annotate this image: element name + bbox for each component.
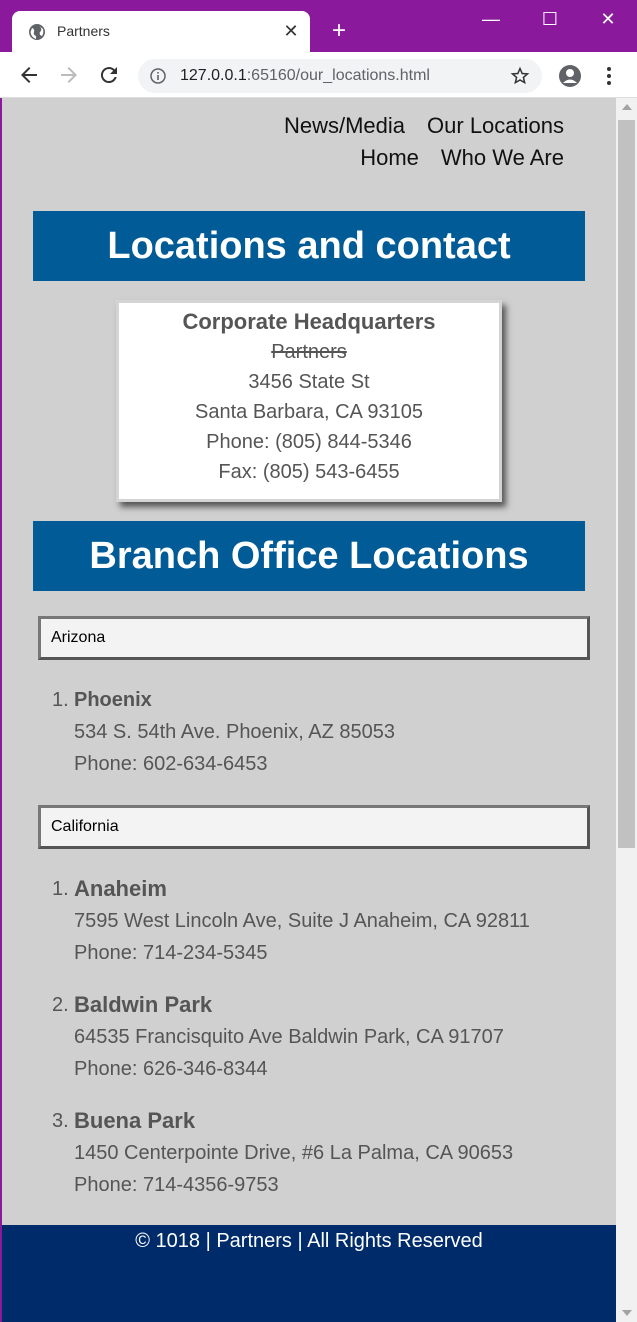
reload-icon[interactable]	[97, 63, 121, 87]
list-item: 1. Anaheim 7595 West Lincoln Ave, Suite …	[52, 873, 530, 969]
scroll-up-arrow-icon[interactable]	[622, 104, 632, 110]
page-viewport: News/Media Our Locations Home Who We Are L…	[2, 98, 616, 1322]
info-icon[interactable]	[150, 68, 166, 84]
account-icon[interactable]	[558, 64, 582, 88]
tab-close-icon[interactable]: ✕	[280, 20, 302, 42]
office-list-arizona: 1. Phoenix 534 S. 54th Ave. Phoenix, AZ …	[52, 684, 395, 800]
minimize-button[interactable]: —	[476, 6, 506, 32]
vertical-scrollbar[interactable]	[616, 98, 637, 1322]
page-heading: Locations and contact	[33, 211, 585, 281]
window-close-button[interactable]: ✕	[593, 6, 623, 32]
scrollbar-thumb[interactable]	[618, 120, 635, 848]
office-address: 7595 West Lincoln Ave, Suite J Anaheim, …	[74, 910, 530, 932]
more-menu-icon[interactable]	[599, 64, 619, 88]
hq-title: Corporate Headquarters	[182, 309, 436, 334]
back-arrow-icon[interactable]	[17, 63, 41, 87]
browser-tab[interactable]: Partners ✕	[12, 11, 310, 52]
office-address: 64535 Francisquito Ave Baldwin Park, CA …	[74, 1026, 504, 1048]
office-name: Buena Park	[74, 1108, 196, 1133]
office-name: Phoenix	[74, 689, 152, 711]
hq-city: Santa Barbara, CA 93105	[195, 401, 423, 423]
new-tab-button[interactable]: +	[326, 18, 352, 44]
office-name: Baldwin Park	[74, 992, 213, 1017]
maximize-button[interactable]: ☐	[535, 6, 565, 32]
nav-link-home[interactable]: Home	[360, 145, 419, 170]
browser-toolbar: 127.0.0.1:65160/our_locations.html	[0, 52, 637, 98]
forward-arrow-icon[interactable]	[57, 63, 81, 87]
browser-titlebar: Partners ✕ + — ☐ ✕	[0, 0, 637, 52]
office-list-california: 1. Anaheim 7595 West Lincoln Ave, Suite …	[52, 873, 530, 1221]
office-name: Anaheim	[74, 876, 167, 901]
office-phone: Phone: 626-346-8344	[74, 1058, 268, 1080]
list-item: 1. Phoenix 534 S. 54th Ave. Phoenix, AZ …	[52, 684, 395, 780]
url-text: 127.0.0.1:65160/our_locations.html	[180, 67, 430, 84]
state-header-arizona[interactable]: Arizona	[38, 616, 590, 660]
office-phone: Phone: 602-634-6453	[74, 753, 268, 775]
nav-link-who-we-are[interactable]: Who We Are	[441, 145, 564, 170]
office-address: 534 S. 54th Ave. Phoenix, AZ 85053	[74, 721, 395, 743]
nav-link-news-media[interactable]: News/Media	[284, 113, 405, 138]
list-item: 3. Buena Park 1450 Centerpointe Drive, #…	[52, 1105, 530, 1201]
scroll-down-arrow-icon[interactable]	[622, 1310, 632, 1316]
office-phone: Phone: 714-4356-9753	[74, 1174, 279, 1196]
state-header-california[interactable]: California	[38, 805, 590, 849]
address-bar[interactable]: 127.0.0.1:65160/our_locations.html	[138, 59, 542, 93]
globe-icon	[29, 24, 45, 40]
tab-title: Partners	[57, 23, 110, 39]
office-address: 1450 Centerpointe Drive, #6 La Palma, CA…	[74, 1142, 514, 1164]
hq-phone: Phone: (805) 844-5346	[206, 431, 412, 453]
bookmark-star-icon[interactable]	[510, 66, 530, 86]
hq-fax: Fax: (805) 543-6455	[218, 461, 400, 483]
page-footer: © 1018 | Partners | All Rights Reserved	[2, 1225, 616, 1322]
office-phone: Phone: 714-234-5345	[74, 942, 268, 964]
list-item: 2. Baldwin Park 64535 Francisquito Ave B…	[52, 989, 530, 1085]
hq-street: 3456 State St	[248, 371, 370, 393]
footer-text: © 1018 | Partners | All Rights Reserved	[135, 1230, 483, 1252]
headquarters-card: Corporate Headquarters Partners 3456 Sta…	[116, 300, 502, 502]
branch-heading: Branch Office Locations	[33, 521, 585, 591]
hq-company: Partners	[271, 341, 347, 363]
site-nav: News/Media Our Locations Home Who We Are	[262, 110, 564, 174]
nav-link-our-locations[interactable]: Our Locations	[427, 113, 564, 138]
